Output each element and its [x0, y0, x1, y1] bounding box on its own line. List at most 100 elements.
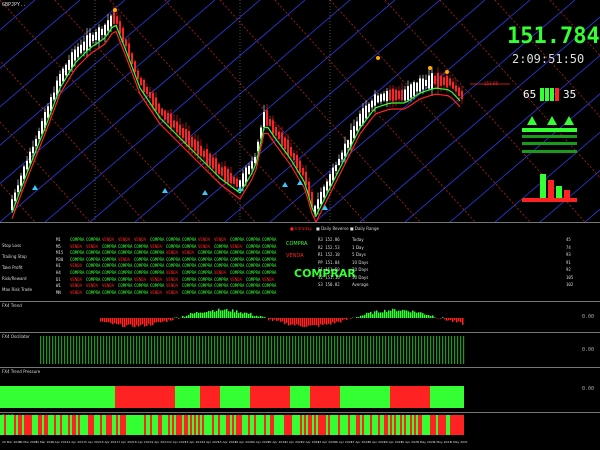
- timeframe-cell: COMPRA: [246, 276, 261, 282]
- signal-stripe: [162, 415, 164, 435]
- timeframe-cell: COMPRA: [230, 270, 245, 275]
- histogram-bar: [282, 318, 284, 322]
- timeframe-cell: COMPRA: [198, 256, 213, 262]
- timeframe-cell: VENDA: [166, 283, 179, 289]
- histogram-bar: [242, 313, 244, 318]
- signal-stripe: [282, 415, 284, 435]
- signal-stripe: [8, 415, 10, 435]
- candle-body: [203, 150, 205, 158]
- histogram-bar: [218, 308, 220, 318]
- timeframe-cell: VENDA: [230, 243, 243, 249]
- strength-sell: 35: [563, 88, 577, 101]
- candle-body: [86, 35, 88, 51]
- histogram-bar: [304, 318, 306, 328]
- candle-body: [212, 157, 214, 169]
- candle-body: [446, 75, 448, 88]
- candle-body: [173, 120, 175, 128]
- histogram-bar: [360, 315, 362, 318]
- oscillator-bar: [55, 336, 57, 364]
- histogram-bar: [344, 318, 346, 319]
- histogram-bar: [396, 311, 398, 318]
- oscillator-bar: [217, 336, 219, 364]
- histogram-bar: [192, 313, 194, 318]
- oscillator-bar: [331, 336, 333, 364]
- histogram-bar: [308, 318, 310, 326]
- timeframe-cell: COMPRA: [262, 243, 277, 249]
- signal-stripe: [218, 415, 220, 435]
- candle-body: [362, 108, 364, 124]
- histogram-bar: [276, 318, 278, 321]
- histogram-bar: [332, 318, 334, 323]
- signal-stripe: [402, 415, 404, 435]
- main-chart[interactable]: GBPJPY.. 151.784 2:09:51:50 65 35 151.66: [0, 0, 600, 222]
- signal-stripe: [214, 415, 216, 435]
- timeframe-cell: COMPRA: [166, 237, 181, 242]
- signal-stripe: [230, 415, 232, 435]
- oscillator-bar: [286, 336, 288, 364]
- risk-label: Max Risk Trade: [2, 287, 33, 292]
- histogram-bar: [216, 310, 218, 318]
- histogram-bar: [212, 310, 214, 318]
- signal-stripe: [220, 415, 222, 435]
- candle-body: [287, 139, 289, 156]
- signal-stripe: [288, 415, 290, 435]
- timeframe-cell: COMPRA: [214, 250, 229, 256]
- candle-body: [137, 70, 139, 79]
- signal-stripe: [326, 415, 328, 435]
- candle-body: [71, 52, 73, 68]
- candle-body: [65, 64, 67, 76]
- signal-stripe: [244, 415, 246, 435]
- signal-stripe: [386, 415, 388, 435]
- oscillator-bar: [127, 336, 129, 364]
- timeframe-cell: COMPRA: [246, 237, 261, 242]
- candle-body: [218, 164, 220, 174]
- panel-2-svg: [40, 336, 465, 364]
- indicator-panel-4[interactable]: FX4 Signal: [0, 413, 600, 437]
- candle-body: [266, 110, 268, 126]
- oscillator-bar: [430, 336, 432, 364]
- signal-stripe: [26, 415, 28, 435]
- oscillator-bar: [328, 336, 330, 364]
- signal-stripe: [370, 415, 372, 435]
- histogram-bar: [152, 318, 154, 326]
- candle-body: [365, 105, 367, 119]
- signal-stripe: [74, 415, 76, 435]
- up-arrow-icon: [564, 116, 574, 125]
- pressure-block: [290, 386, 310, 408]
- histogram-bar: [112, 318, 114, 325]
- oscillator-bar: [463, 336, 465, 364]
- signal-stripe: [374, 415, 376, 435]
- oscillator-bar: [172, 336, 174, 364]
- oscillator-bar: [199, 336, 201, 364]
- signal-stripe: [444, 415, 446, 435]
- timeframe-cell: COMPRA: [246, 270, 261, 275]
- pivot-level-row: S2 151.16: [318, 275, 340, 280]
- timeframe-cell: COMPRA: [182, 283, 197, 289]
- signal-stripe: [272, 415, 274, 435]
- oscillator-bar: [64, 336, 66, 364]
- candle-body: [281, 132, 283, 147]
- candle-body: [95, 31, 97, 41]
- oscillator-bar: [295, 336, 297, 364]
- timeframe-cell: COMPRA: [150, 263, 165, 269]
- oscillator-bar: [304, 336, 306, 364]
- indicator-panel-1[interactable]: FX4 Trend 0.00: [0, 302, 600, 332]
- signal-stripe: [442, 415, 444, 435]
- histogram-bar: [326, 318, 328, 325]
- signal-stripe: [148, 415, 150, 435]
- histogram-bar: [456, 318, 458, 323]
- signal-stripe: [136, 415, 138, 435]
- indicator-panel-2[interactable]: FX4 Oscillator 0.00: [0, 333, 600, 367]
- time-axis-label: 4 May 2021: [433, 440, 452, 444]
- signal-stripe: [64, 415, 66, 435]
- oscillator-bar: [61, 336, 63, 364]
- signal-stripe: [280, 415, 282, 435]
- histogram-bar: [158, 318, 160, 322]
- histogram-bar: [450, 318, 452, 321]
- indicator-panel-3[interactable]: FX4 Trend Pressure 0.00: [0, 368, 600, 412]
- histogram-bar: [238, 312, 240, 318]
- timeframe-cell: VENDA: [102, 283, 115, 289]
- range-value: 92: [566, 267, 571, 272]
- signal-stripe: [424, 415, 426, 435]
- timeframe-label: H1: [56, 263, 61, 269]
